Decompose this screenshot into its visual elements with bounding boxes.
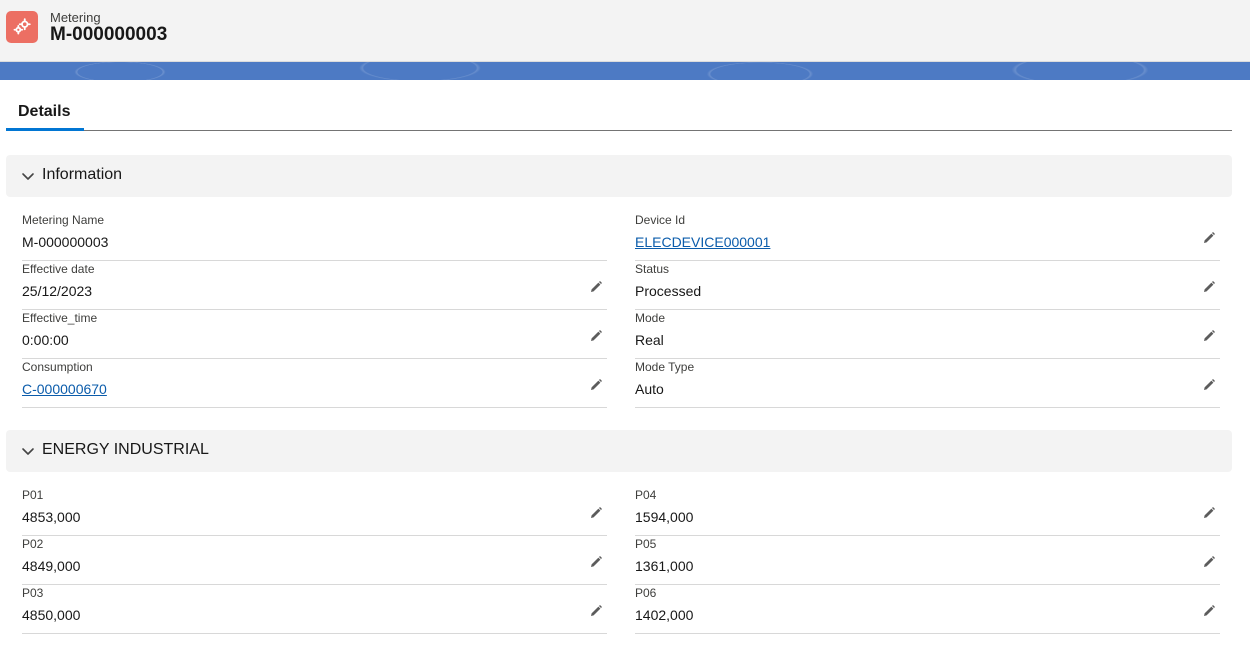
field-value: 0:00:00 xyxy=(22,332,69,348)
chevron-down-icon xyxy=(20,168,36,184)
pencil-edit-icon[interactable] xyxy=(1202,231,1216,245)
section-header-energy-industrial[interactable]: ENERGY INDUSTRIAL xyxy=(6,430,1232,472)
field-value-link[interactable]: C-000000670 xyxy=(22,381,107,397)
field-label: P04 xyxy=(635,488,657,502)
pencil-edit-icon[interactable] xyxy=(589,506,603,520)
field-value: 1402,000 xyxy=(635,607,694,623)
field-consumption: Consumption C-000000670 xyxy=(22,360,607,408)
object-type-label: Metering xyxy=(50,10,101,25)
record-header: Metering M-000000003 xyxy=(0,0,1250,62)
field-p04: P04 1594,000 xyxy=(635,488,1220,536)
header-banner xyxy=(0,62,1250,80)
field-effective-time: Effective_time 0:00:00 xyxy=(22,311,607,359)
field-status: Status Processed xyxy=(635,262,1220,310)
record-title: M-000000003 xyxy=(50,24,168,45)
pencil-edit-icon[interactable] xyxy=(589,378,603,392)
pencil-edit-icon[interactable] xyxy=(589,604,603,618)
field-label: Effective date xyxy=(22,262,95,276)
field-value: 1594,000 xyxy=(635,509,694,525)
field-label: Mode Type xyxy=(635,360,695,374)
field-label: Consumption xyxy=(22,360,93,374)
field-p01: P01 4853,000 xyxy=(22,488,607,536)
pencil-edit-icon[interactable] xyxy=(1202,555,1216,569)
field-value-link[interactable]: ELECDEVICE000001 xyxy=(635,234,770,250)
field-value: Auto xyxy=(635,381,664,397)
tab-bar: Details xyxy=(6,94,1232,131)
field-value: 25/12/2023 xyxy=(22,283,93,299)
pencil-edit-icon[interactable] xyxy=(1202,506,1216,520)
pencil-edit-icon[interactable] xyxy=(589,280,603,294)
field-value: 1361,000 xyxy=(635,558,694,574)
pencil-edit-icon[interactable] xyxy=(1202,280,1216,294)
record-detail-card: Details Information Metering Name M-000000… xyxy=(0,80,1246,656)
field-effective-date: Effective date 25/12/2023 xyxy=(22,262,607,310)
pencil-edit-icon[interactable] xyxy=(1202,604,1216,618)
field-p05: P05 1361,000 xyxy=(635,537,1220,585)
field-label: Metering Name xyxy=(22,213,105,227)
field-metering-name: Metering Name M-000000003 xyxy=(22,213,607,261)
section-header-information[interactable]: Information xyxy=(6,155,1232,197)
pencil-edit-icon[interactable] xyxy=(1202,329,1216,343)
field-value: 4853,000 xyxy=(22,509,81,525)
field-label: P03 xyxy=(22,586,44,600)
field-value: Processed xyxy=(635,283,702,299)
field-mode-type: Mode Type Auto xyxy=(635,360,1220,408)
section-title: ENERGY INDUSTRIAL xyxy=(42,441,209,458)
field-label: Status xyxy=(635,262,670,276)
field-value: M-000000003 xyxy=(22,234,109,250)
field-label: P01 xyxy=(22,488,44,502)
field-value: 4850,000 xyxy=(22,607,81,623)
tab-details[interactable]: Details xyxy=(6,94,84,131)
field-label: P02 xyxy=(22,537,44,551)
field-mode: Mode Real xyxy=(635,311,1220,359)
field-value: Real xyxy=(635,332,664,348)
gears-icon xyxy=(6,11,38,43)
section-title: Information xyxy=(42,166,123,183)
field-label: P05 xyxy=(635,537,657,551)
field-label: Mode xyxy=(635,311,666,325)
chevron-down-icon xyxy=(20,443,36,459)
field-p02: P02 4849,000 xyxy=(22,537,607,585)
field-label: Device Id xyxy=(635,213,686,227)
field-p03: P03 4850,000 xyxy=(22,586,607,634)
field-label: Effective_time xyxy=(22,311,98,325)
pencil-edit-icon[interactable] xyxy=(1202,378,1216,392)
field-device-id: Device Id ELECDEVICE000001 xyxy=(635,213,1220,261)
pencil-edit-icon[interactable] xyxy=(589,329,603,343)
field-value: 4849,000 xyxy=(22,558,81,574)
pencil-edit-icon[interactable] xyxy=(589,555,603,569)
field-p06: P06 1402,000 xyxy=(635,586,1220,634)
field-label: P06 xyxy=(635,586,657,600)
